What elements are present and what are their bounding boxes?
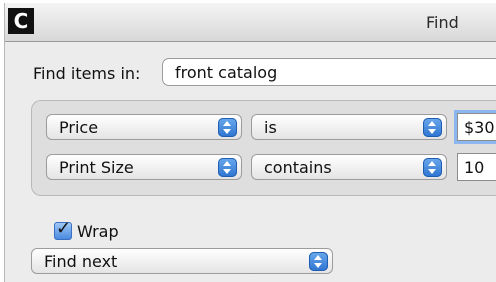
criteria-value-2-text: 10 — [464, 158, 485, 177]
wrap-label: Wrap — [77, 222, 119, 241]
popup-arrows-icon — [309, 252, 328, 271]
find-action-popup[interactable]: Find next — [31, 248, 333, 274]
criteria-field-1-label: Price — [59, 118, 99, 137]
criteria-value-1-text: $30 — [464, 118, 495, 137]
criteria-operator-popup-2[interactable]: contains — [251, 154, 447, 180]
window-title: Find — [426, 13, 459, 32]
find-items-in-label: Find items in: — [33, 64, 141, 83]
catalog-selector-value: front catalog — [175, 63, 278, 82]
find-window: Find Find items in: front catalog Price … — [4, 3, 496, 282]
criteria-field-2-label: Print Size — [59, 158, 134, 177]
popup-arrows-icon — [218, 118, 237, 137]
wrap-checkbox[interactable]: ✓ — [54, 218, 72, 240]
criteria-value-field-1[interactable]: $30 — [457, 113, 496, 141]
title-bar[interactable]: Find — [5, 3, 496, 42]
catalog-selector[interactable]: front catalog — [162, 58, 496, 86]
criteria-field-popup-1[interactable]: Price — [46, 114, 242, 140]
criteria-operator-2-label: contains — [264, 158, 332, 177]
find-action-label: Find next — [44, 252, 118, 271]
checkmark-icon: ✓ — [56, 218, 72, 239]
figure-label: C — [8, 8, 34, 34]
criteria-operator-popup-1[interactable]: is — [251, 114, 447, 140]
popup-arrows-icon — [423, 118, 442, 137]
popup-arrows-icon — [218, 158, 237, 177]
criteria-operator-1-label: is — [264, 118, 277, 137]
criteria-value-field-2[interactable]: 10 — [457, 153, 496, 181]
criteria-field-popup-2[interactable]: Print Size — [46, 154, 242, 180]
popup-arrows-icon — [423, 158, 442, 177]
